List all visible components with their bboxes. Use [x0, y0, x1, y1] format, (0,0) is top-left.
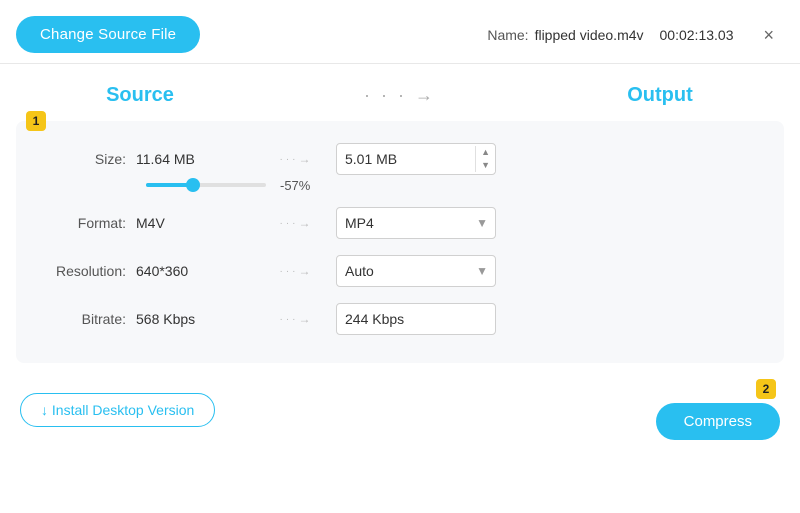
output-title: Output: [580, 84, 740, 107]
size-output: 5.01 MB ▲ ▼: [336, 143, 764, 175]
install-desktop-button[interactable]: ↓ Install Desktop Version: [20, 393, 215, 427]
name-label: Name:: [487, 27, 528, 43]
resolution-select[interactable]: Auto 1920*1080 1280*720 640*360: [336, 255, 496, 287]
badge-2: 2: [756, 379, 776, 399]
file-duration: 00:02:13.03: [660, 27, 734, 43]
format-select[interactable]: MP4 MOV AVI MKV: [336, 207, 496, 239]
compress-button[interactable]: Compress: [656, 403, 780, 440]
slider-track: [146, 183, 266, 187]
slider-fill: [146, 183, 188, 187]
slider-container[interactable]: [146, 175, 266, 195]
change-source-button[interactable]: Change Source File: [16, 16, 200, 53]
section-header: Source · · · → Output: [0, 64, 800, 121]
slider-thumb[interactable]: [186, 178, 200, 192]
header-right: Name: flipped video.m4v 00:02:13.03 ×: [487, 24, 780, 46]
bitrate-source-value: 568 Kbps: [136, 311, 256, 327]
source-title: Source: [60, 84, 220, 107]
format-output[interactable]: MP4 MOV AVI MKV ▼: [336, 207, 764, 239]
size-spinner-up[interactable]: ▲: [476, 146, 495, 159]
file-info: Name: flipped video.m4v 00:02:13.03: [487, 27, 733, 43]
bitrate-row: Bitrate: 568 Kbps · · · → 244 Kbps: [36, 295, 764, 343]
close-button[interactable]: ×: [757, 24, 780, 46]
size-spinner-value: 5.01 MB: [337, 151, 475, 167]
bitrate-label: Bitrate:: [36, 311, 136, 327]
resolution-output[interactable]: Auto 1920*1080 1280*720 640*360 ▼: [336, 255, 764, 287]
main-window: Change Source File Name: flipped video.m…: [0, 0, 800, 513]
content-card: 1 Size: 11.64 MB · · · → 5.01 MB ▲: [16, 121, 784, 363]
resolution-arrow: · · · →: [256, 264, 336, 278]
format-row: Format: M4V · · · → MP4 MOV AVI MKV: [36, 199, 764, 247]
badge-1: 1: [26, 111, 46, 131]
format-arrow: · · · →: [256, 216, 336, 230]
file-name: flipped video.m4v: [535, 27, 644, 43]
resolution-source-value: 640*360: [136, 263, 256, 279]
bottom-bar: ↓ Install Desktop Version 2 Compress: [0, 363, 800, 454]
bitrate-output: 244 Kbps: [336, 303, 764, 335]
format-label: Format:: [36, 215, 136, 231]
resolution-select-wrapper[interactable]: Auto 1920*1080 1280*720 640*360 ▼: [336, 255, 496, 287]
size-spinner-down[interactable]: ▼: [476, 159, 495, 172]
format-select-wrapper[interactable]: MP4 MOV AVI MKV ▼: [336, 207, 496, 239]
slider-percent: -57%: [280, 178, 310, 193]
section-arrow: · · · →: [220, 85, 580, 106]
resolution-label: Resolution:: [36, 263, 136, 279]
size-arrow: · · · →: [256, 152, 336, 166]
rows-container: Size: 11.64 MB · · · → 5.01 MB ▲ ▼: [36, 135, 764, 343]
compress-area: 2 Compress: [656, 379, 780, 440]
resolution-row: Resolution: 640*360 · · · → Auto 1920*10…: [36, 247, 764, 295]
format-source-value: M4V: [136, 215, 256, 231]
size-source-value: 11.64 MB: [136, 151, 256, 167]
size-spinner[interactable]: 5.01 MB ▲ ▼: [336, 143, 496, 175]
size-spinner-buttons: ▲ ▼: [475, 146, 495, 172]
slider-row: -57%: [36, 175, 764, 195]
size-label: Size:: [36, 151, 136, 167]
bitrate-arrow: · · · →: [256, 312, 336, 326]
header: Change Source File Name: flipped video.m…: [0, 0, 800, 63]
bitrate-output-value: 244 Kbps: [336, 303, 496, 335]
